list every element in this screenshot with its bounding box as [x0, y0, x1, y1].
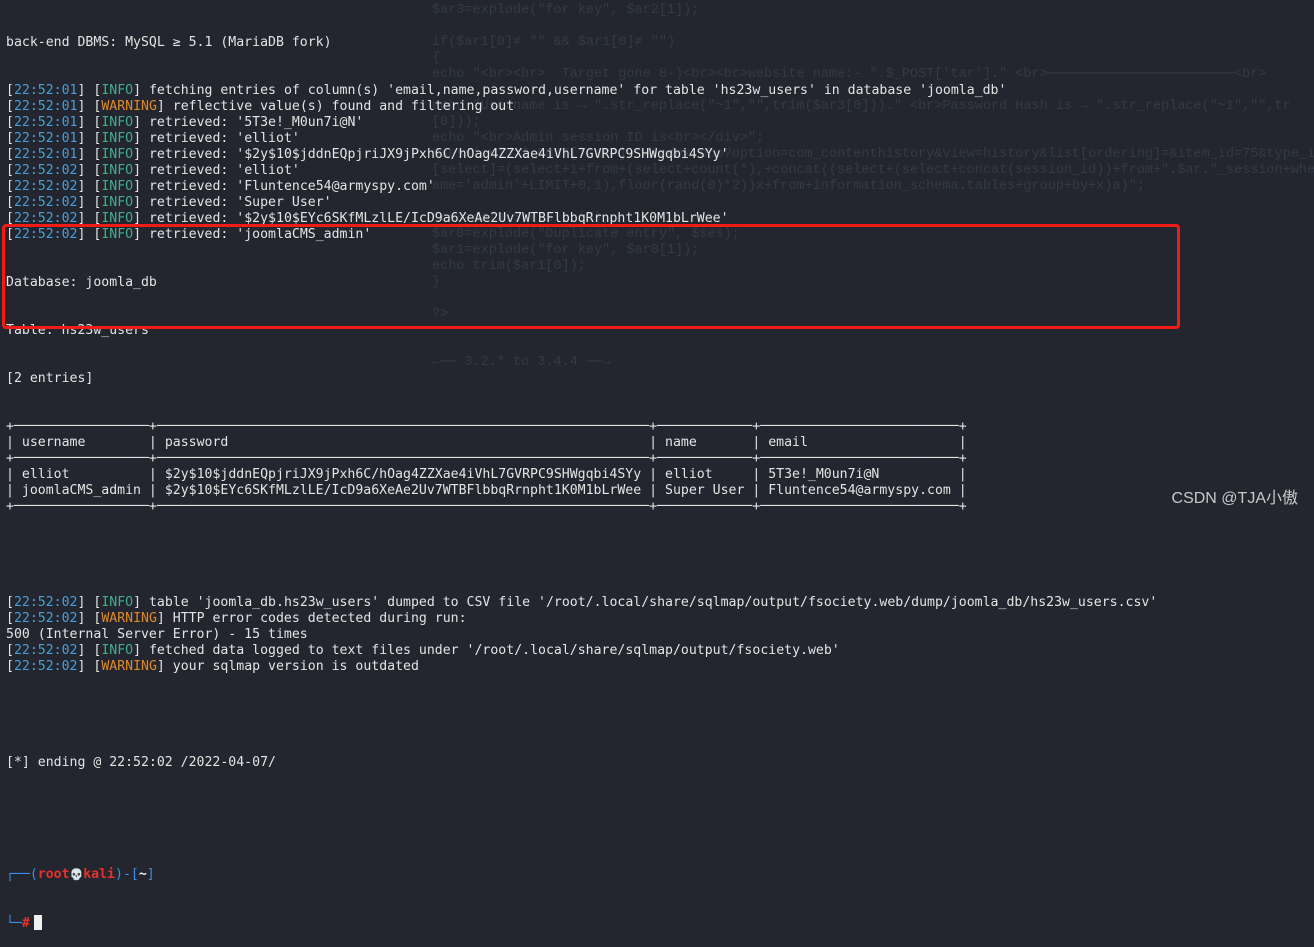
- table-border: +─────────────────+─────────────────────…: [6, 499, 967, 514]
- dbms-line: back-end DBMS: MySQL ≥ 5.1 (MariaDB fork…: [6, 35, 332, 50]
- log-level: INFO: [101, 115, 134, 130]
- table-cell: $2y$10$EYc6SKfMLzlLE/IcD9a6XeAe2Uv7WTBFl…: [164, 483, 642, 498]
- log-level: INFO: [101, 595, 134, 610]
- prompt-line: ┌──(root💀kali)-[~]: [6, 867, 155, 882]
- log-message: retrieved: '$2y$10$jddnEQpjriJX9jPxh6C/h…: [148, 147, 729, 162]
- log-line: [22:52:01] [INFO] fetching entries of co…: [6, 83, 1007, 98]
- table-cell: Fluntence54@armyspy.com: [768, 483, 951, 498]
- log-timestamp: 22:52:02: [13, 643, 78, 658]
- terminal-output[interactable]: back-end DBMS: MySQL ≥ 5.1 (MariaDB fork…: [6, 3, 1157, 947]
- skull-icon: 💀: [69, 868, 84, 881]
- prompt-host: kali: [83, 867, 115, 882]
- cursor: [33, 915, 42, 930]
- log-line: 500 (Internal Server Error) - 15 times: [6, 627, 308, 642]
- log-level: INFO: [101, 195, 134, 210]
- log-level: INFO: [101, 83, 134, 98]
- table-border: +─────────────────+─────────────────────…: [6, 419, 967, 434]
- log-line: [22:52:02] [WARNING] HTTP error codes de…: [6, 611, 467, 626]
- dump-table: +─────────────────+─────────────────────…: [6, 419, 1157, 515]
- table-header: | username | password | name | email |: [6, 435, 967, 450]
- log-level: WARNING: [101, 99, 157, 114]
- table-cell: Super User: [665, 483, 745, 498]
- highlight-box: [2, 224, 1180, 329]
- log-line: [22:52:02] [INFO] retrieved: 'Fluntence5…: [6, 179, 435, 194]
- column-header: password: [164, 435, 229, 450]
- log-message: fetched data logged to text files under …: [148, 643, 840, 658]
- log-line: [22:52:02] [INFO] table 'joomla_db.hs23w…: [6, 595, 1158, 610]
- log-bottom: [22:52:02] [INFO] table 'joomla_db.hs23w…: [6, 595, 1157, 675]
- table-row: | joomlaCMS_admin | $2y$10$EYc6SKfMLzlLE/…: [6, 483, 967, 498]
- table-cell: $2y$10$jddnEQpjriJX9jPxh6C/hOag4ZZXae4iV…: [164, 467, 642, 482]
- table-cell: elliot: [665, 467, 713, 482]
- prompt-user: root: [37, 867, 70, 882]
- log-timestamp: 22:52:02: [13, 659, 78, 674]
- log-message: retrieved: 'elliot': [148, 131, 300, 146]
- log-timestamp: 22:52:01: [13, 131, 78, 146]
- log-level: INFO: [101, 179, 134, 194]
- log-level: INFO: [101, 131, 134, 146]
- log-top: [22:52:01] [INFO] fetching entries of co…: [6, 83, 1157, 243]
- log-line: [22:52:01] [INFO] retrieved: '$2y$10$jdd…: [6, 147, 729, 162]
- table-cell: elliot: [21, 467, 70, 482]
- log-timestamp: 22:52:01: [13, 99, 78, 114]
- input-line[interactable]: └─#: [6, 915, 1157, 931]
- log-message: retrieved: 'Fluntence54@armyspy.com': [148, 179, 435, 194]
- ending-line: [*] ending @ 22:52:02 /2022-04-07/: [6, 755, 276, 770]
- log-message: your sqlmap version is outdated: [172, 659, 419, 674]
- log-line: [22:52:01] [INFO] retrieved: '5T3e!_M0un…: [6, 115, 364, 130]
- log-line: [22:52:02] [INFO] fetched data logged to…: [6, 643, 840, 658]
- log-line: [22:52:01] [WARNING] reflective value(s)…: [6, 99, 515, 114]
- log-timestamp: 22:52:02: [13, 195, 78, 210]
- log-timestamp: 22:52:01: [13, 115, 78, 130]
- log-timestamp: 22:52:02: [13, 179, 78, 194]
- log-timestamp: 22:52:01: [13, 147, 78, 162]
- column-header: email: [768, 435, 808, 450]
- entries-line: [2 entries]: [6, 371, 94, 386]
- log-timestamp: 22:52:01: [13, 83, 78, 98]
- table-cell: 5T3e!_M0un7i@N: [768, 467, 880, 482]
- log-message: retrieved: '5T3e!_M0un7i@N': [148, 115, 364, 130]
- log-message: retrieved: 'Super User': [148, 195, 332, 210]
- prompt-dir: ~: [138, 867, 147, 882]
- log-message: fetching entries of column(s) 'email,nam…: [148, 83, 1007, 98]
- log-timestamp: 22:52:02: [13, 595, 78, 610]
- log-timestamp: 22:52:02: [13, 163, 78, 178]
- log-level: WARNING: [101, 659, 157, 674]
- log-message: HTTP error codes detected during run:: [172, 611, 467, 626]
- log-timestamp: 22:52:02: [13, 611, 78, 626]
- table-cell: joomlaCMS_admin: [21, 483, 141, 498]
- log-message: table 'joomla_db.hs23w_users' dumped to …: [148, 595, 1158, 610]
- column-header: name: [665, 435, 697, 450]
- log-message: retrieved: 'elliot': [148, 163, 300, 178]
- column-header: username: [21, 435, 86, 450]
- log-level: INFO: [101, 163, 134, 178]
- log-message: reflective value(s) found and filtering …: [172, 99, 515, 114]
- log-level: INFO: [101, 643, 134, 658]
- table-row: | elliot | $2y$10$jddnEQpjriJX9jPxh6C/hOa…: [6, 467, 967, 482]
- table-border: +─────────────────+─────────────────────…: [6, 451, 967, 466]
- prompt-symbol: #: [21, 916, 30, 931]
- log-line: [22:52:01] [INFO] retrieved: 'elliot': [6, 131, 300, 146]
- log-level: INFO: [101, 147, 134, 162]
- log-line: [22:52:02] [WARNING] your sqlmap version…: [6, 659, 419, 674]
- log-level: WARNING: [101, 611, 157, 626]
- log-line: [22:52:02] [INFO] retrieved: 'elliot': [6, 163, 300, 178]
- log-line: [22:52:02] [INFO] retrieved: 'Super User…: [6, 195, 332, 210]
- watermark: CSDN @TJA小傲: [1171, 490, 1298, 507]
